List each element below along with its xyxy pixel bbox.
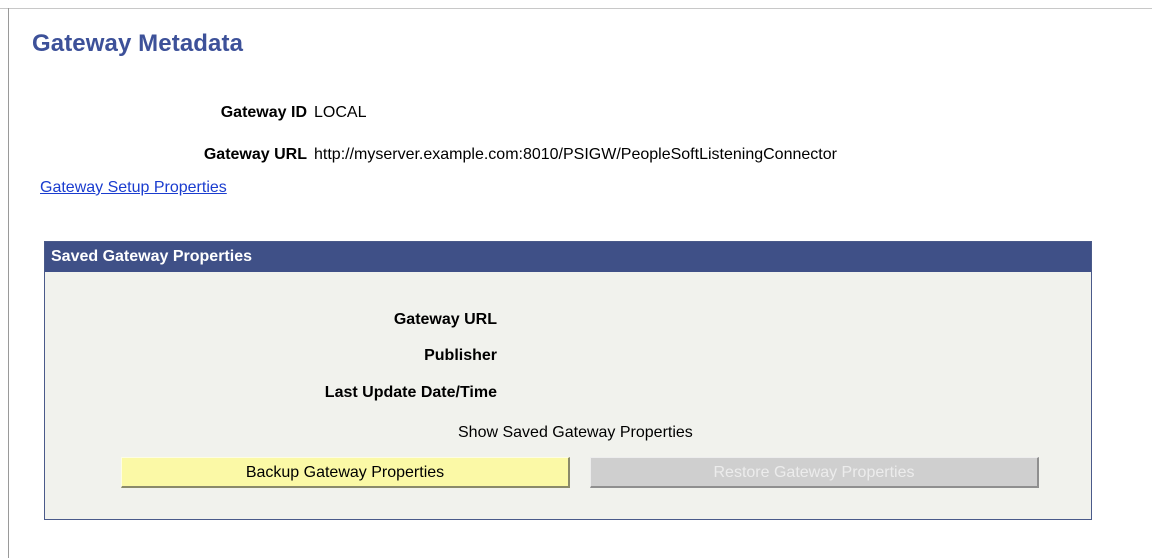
gateway-id-label: Gateway ID	[220, 104, 307, 121]
gateway-setup-properties-link[interactable]: Gateway Setup Properties	[40, 179, 227, 197]
frame-top-border	[0, 8, 1152, 9]
page-title: Gateway Metadata	[32, 30, 244, 57]
saved-gateway-properties-group: Saved Gateway Properties Gateway URL Pub…	[44, 241, 1092, 520]
publisher-label: Publisher	[424, 347, 497, 364]
show-saved-gateway-properties-text: Show Saved Gateway Properties	[458, 424, 693, 441]
gateway-url-label: Gateway URL	[203, 146, 307, 163]
gateway-url-value: http://myserver.example.com:8010/PSIGW/P…	[314, 146, 837, 163]
saved-gateway-properties-header: Saved Gateway Properties	[45, 242, 1091, 272]
gateway-id-value: LOCAL	[314, 104, 367, 121]
backup-gateway-properties-button[interactable]: Backup Gateway Properties	[121, 457, 570, 488]
last-update-datetime-label: Last Update Date/Time	[324, 384, 497, 401]
frame-left-border	[8, 8, 9, 558]
restore-gateway-properties-button: Restore Gateway Properties	[590, 457, 1039, 488]
saved-gateway-url-label: Gateway URL	[393, 311, 497, 328]
